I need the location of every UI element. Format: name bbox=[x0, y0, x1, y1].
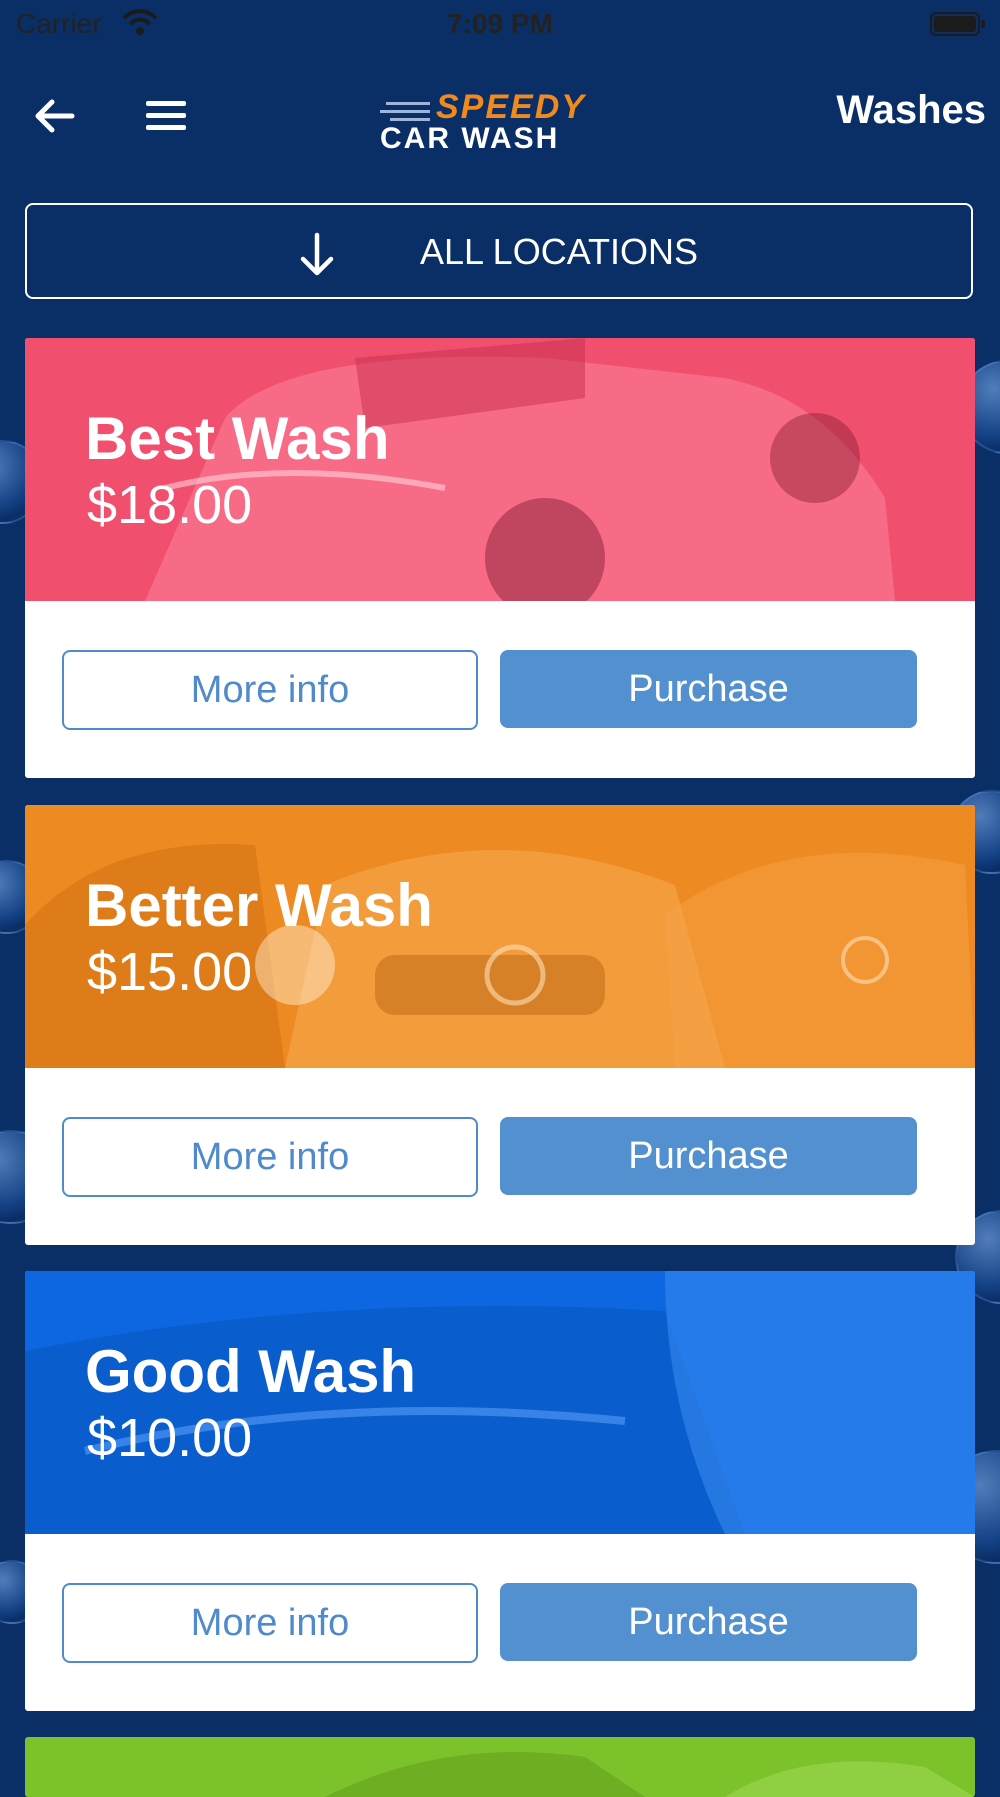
clock: 7:09 PM bbox=[447, 8, 553, 39]
more-info-button[interactable]: More info bbox=[62, 650, 478, 730]
wash-card-good: Good Wash $10.00 More info Purchase bbox=[25, 1271, 975, 1711]
more-info-button[interactable]: More info bbox=[62, 1583, 478, 1663]
wash-card-best: Best Wash $18.00 More info Purchase bbox=[25, 338, 975, 778]
wash-hero-good: Good Wash $10.00 bbox=[25, 1271, 975, 1534]
wash-actions: More info Purchase bbox=[25, 1534, 975, 1711]
all-locations-button[interactable]: ALL LOCATIONS bbox=[25, 203, 973, 299]
location-label: ALL LOCATIONS bbox=[419, 231, 699, 272]
wash-card-better: Better Wash $15.00 More info Purchase bbox=[25, 805, 975, 1245]
purchase-button[interactable]: Purchase bbox=[500, 1117, 917, 1195]
wash-name: Better Wash bbox=[85, 872, 433, 939]
wash-name: Best Wash bbox=[85, 405, 390, 472]
purchase-button[interactable]: Purchase bbox=[500, 650, 917, 728]
back-arrow-icon[interactable] bbox=[28, 90, 80, 142]
wash-price: $18.00 bbox=[87, 475, 253, 535]
wash-price: $10.00 bbox=[87, 1408, 253, 1468]
page-title: Washes bbox=[836, 88, 986, 132]
battery-icon bbox=[930, 12, 985, 36]
more-info-button[interactable]: More info bbox=[62, 1117, 478, 1197]
car-photo-overlay bbox=[325, 1752, 975, 1797]
wash-hero-better: Better Wash $15.00 bbox=[25, 805, 975, 1068]
status-bar: Carrier 7:09 PM bbox=[0, 0, 1000, 50]
speed-streaks-icon bbox=[380, 102, 430, 121]
wash-card-partial bbox=[25, 1737, 975, 1797]
wash-hero-best: Best Wash $18.00 bbox=[25, 338, 975, 601]
navigation-bar: SPEEDY CAR WASH Washes bbox=[0, 70, 1000, 160]
purchase-button[interactable]: Purchase bbox=[500, 1583, 917, 1661]
wash-price: $15.00 bbox=[87, 942, 253, 1002]
hamburger-menu-icon[interactable] bbox=[140, 90, 192, 142]
speedy-car-wash-logo: SPEEDY CAR WASH bbox=[378, 88, 628, 155]
wash-actions: More info Purchase bbox=[25, 601, 975, 778]
logo-text-car-wash: CAR WASH bbox=[380, 122, 560, 155]
wash-actions: More info Purchase bbox=[25, 1068, 975, 1245]
wash-name: Good Wash bbox=[85, 1338, 417, 1405]
